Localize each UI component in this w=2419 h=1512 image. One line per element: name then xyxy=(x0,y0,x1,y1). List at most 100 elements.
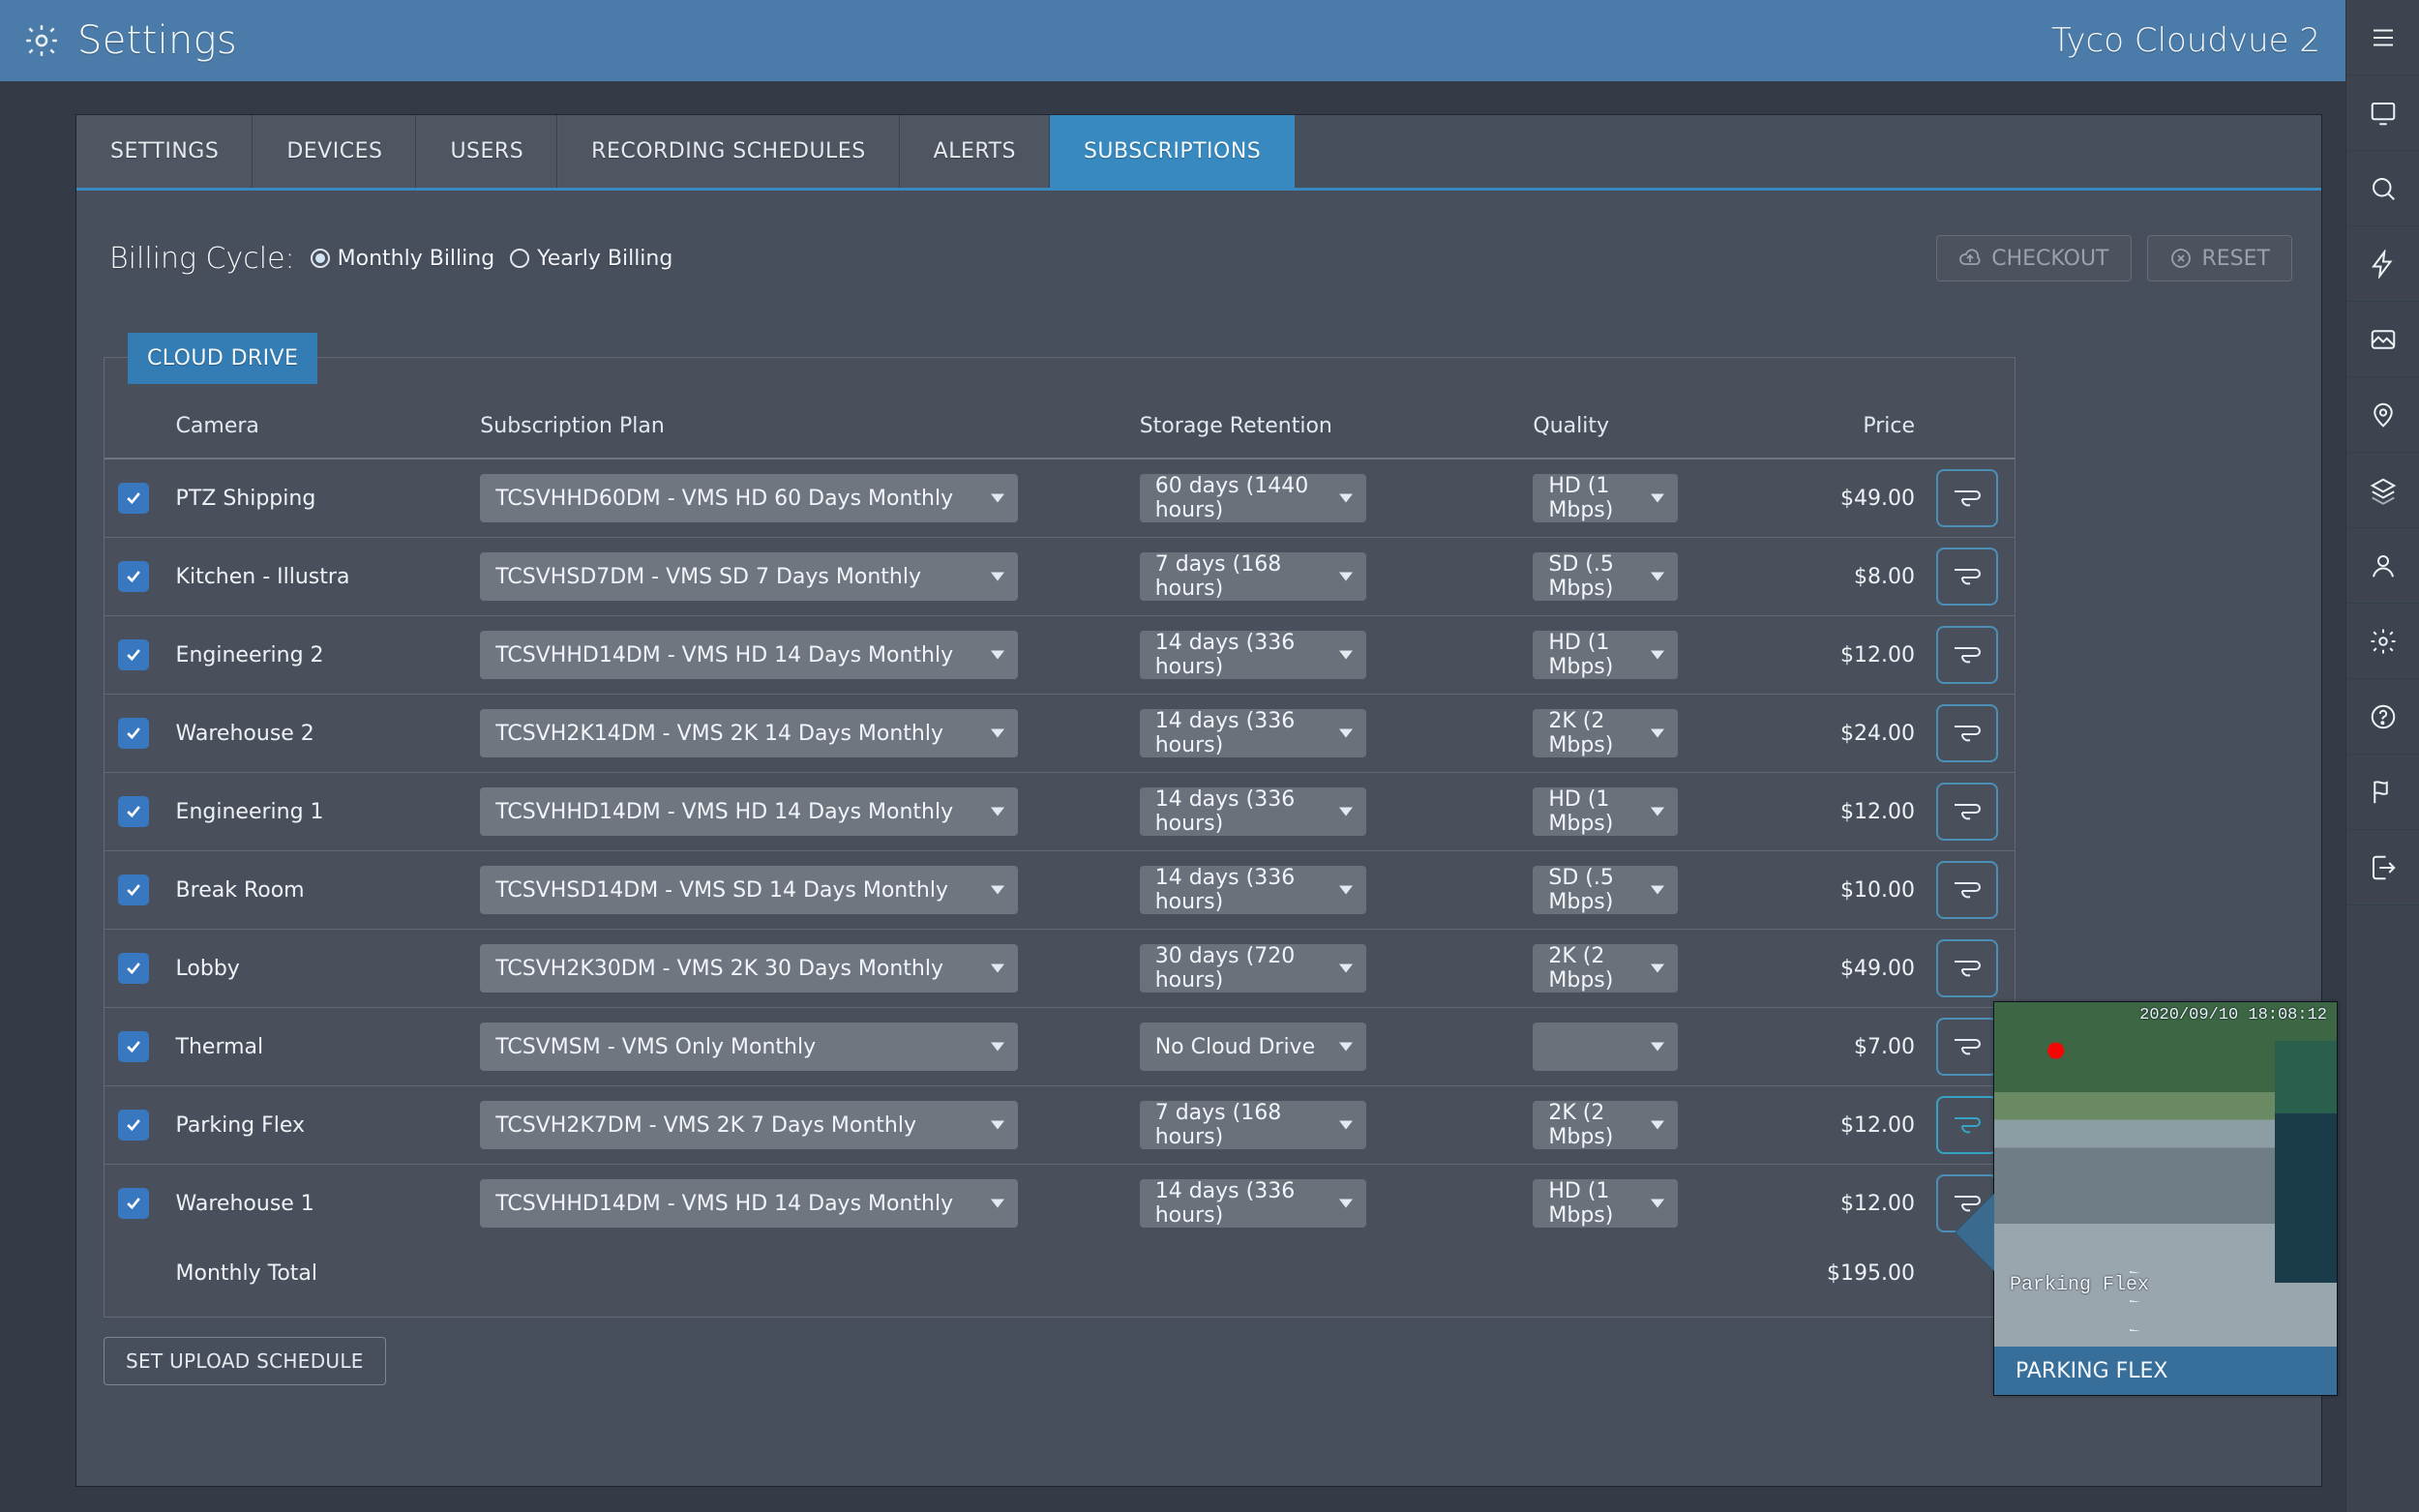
camera-name: Parking Flex xyxy=(176,1113,306,1138)
camera-preview-button[interactable] xyxy=(1936,1096,1998,1154)
price-value: $8.00 xyxy=(1854,565,1915,589)
brand-title: Tyco Cloudvue 2 xyxy=(2051,21,2320,60)
quality-select[interactable]: HD (1 Mbps) xyxy=(1533,631,1678,679)
retention-select[interactable]: 14 days (336 hours) xyxy=(1140,631,1366,679)
quality-select[interactable]: HD (1 Mbps) xyxy=(1533,1179,1678,1228)
checkout-label: CHECKOUT xyxy=(1991,247,2108,271)
row-checkbox[interactable] xyxy=(118,639,149,670)
tab-settings[interactable]: SETTINGS xyxy=(76,115,253,188)
camera-preview-button[interactable] xyxy=(1936,939,1998,997)
col-camera: Camera xyxy=(164,397,473,459)
camera-preview-button[interactable] xyxy=(1936,548,1998,606)
exit-icon[interactable] xyxy=(2346,830,2419,905)
menu-icon[interactable] xyxy=(2346,0,2419,75)
reset-button[interactable]: RESET xyxy=(2147,235,2293,282)
quality-select[interactable] xyxy=(1533,1023,1678,1071)
plan-select[interactable]: TCSVH2K7DM - VMS 2K 7 Days Monthly xyxy=(480,1101,1018,1149)
plan-select[interactable]: TCSVHHD14DM - VMS HD 14 Days Monthly xyxy=(480,787,1018,836)
camera-preview-button[interactable] xyxy=(1936,1018,1998,1076)
quality-select[interactable]: 2K (2 Mbps) xyxy=(1533,944,1678,993)
row-checkbox[interactable] xyxy=(118,561,149,592)
radio-dot-checked-icon xyxy=(311,249,330,268)
table-row: PTZ Shipping TCSVHHD60DM - VMS HD 60 Days… xyxy=(105,459,2015,538)
camera-name: Engineering 2 xyxy=(176,643,324,667)
quality-select[interactable]: HD (1 Mbps) xyxy=(1533,787,1678,836)
gear-icon[interactable] xyxy=(2346,604,2419,679)
quality-select[interactable]: 2K (2 Mbps) xyxy=(1533,1101,1678,1149)
set-upload-schedule-button[interactable]: SET UPLOAD SCHEDULE xyxy=(104,1337,386,1385)
tab-subscriptions[interactable]: SUBSCRIPTIONS xyxy=(1050,115,1295,188)
row-checkbox[interactable] xyxy=(118,1188,149,1219)
retention-select[interactable]: 7 days (168 hours) xyxy=(1140,552,1366,601)
help-icon[interactable] xyxy=(2346,679,2419,755)
camera-preview-button[interactable] xyxy=(1936,469,1998,527)
row-checkbox[interactable] xyxy=(118,483,149,514)
user-icon[interactable] xyxy=(2346,528,2419,604)
plan-select[interactable]: TCSVMSM - VMS Only Monthly xyxy=(480,1023,1018,1071)
reset-label: RESET xyxy=(2202,247,2271,271)
price-value: $12.00 xyxy=(1840,800,1915,824)
retention-select[interactable]: 60 days (1440 hours) xyxy=(1140,474,1366,522)
tab-users[interactable]: USERS xyxy=(416,115,557,188)
row-checkbox[interactable] xyxy=(118,875,149,905)
price-value: $10.00 xyxy=(1840,878,1915,903)
flag-icon[interactable] xyxy=(2346,755,2419,830)
plan-select[interactable]: TCSVHSD14DM - VMS SD 14 Days Monthly xyxy=(480,866,1018,914)
col-price: Price xyxy=(1780,397,1919,459)
radio-monthly-label: Monthly Billing xyxy=(338,247,495,271)
quality-select[interactable]: SD (.5 Mbps) xyxy=(1533,552,1678,601)
retention-select[interactable]: 14 days (336 hours) xyxy=(1140,787,1366,836)
quality-select[interactable]: HD (1 Mbps) xyxy=(1533,474,1678,522)
stack-icon[interactable] xyxy=(2346,453,2419,528)
tab-recording-schedules[interactable]: RECORDING SCHEDULES xyxy=(557,115,900,188)
camera-name: PTZ Shipping xyxy=(176,487,316,511)
retention-select[interactable]: 14 days (336 hours) xyxy=(1140,1179,1366,1228)
plan-select[interactable]: TCSVH2K14DM - VMS 2K 14 Days Monthly xyxy=(480,709,1018,757)
col-quality: Quality xyxy=(1525,397,1780,459)
search-icon[interactable] xyxy=(2346,151,2419,226)
retention-select[interactable]: 14 days (336 hours) xyxy=(1140,866,1366,914)
bolt-icon[interactable] xyxy=(2346,226,2419,302)
pin-icon[interactable] xyxy=(2346,377,2419,453)
quality-select[interactable]: SD (.5 Mbps) xyxy=(1533,866,1678,914)
table-row: Warehouse 1TCSVHHD14DM - VMS HD 14 Days … xyxy=(105,1165,2015,1243)
camera-preview-popup: 2020/09/10 18:08:12 Parking Flex PARKING… xyxy=(1993,1001,2338,1396)
camera-preview-button[interactable] xyxy=(1936,783,1998,841)
plan-select[interactable]: TCSVH2K30DM - VMS 2K 30 Days Monthly xyxy=(480,944,1018,993)
monitor-icon[interactable] xyxy=(2346,75,2419,151)
table-row: Kitchen - Illustra TCSVHSD7DM - VMS SD 7 … xyxy=(105,538,2015,616)
table-row: Break RoomTCSVHSD14DM - VMS SD 14 Days M… xyxy=(105,851,2015,930)
settings-panel: SETTINGS DEVICES USERS RECORDING SCHEDUL… xyxy=(75,114,2322,1487)
tab-alerts[interactable]: ALERTS xyxy=(900,115,1050,188)
image-icon[interactable] xyxy=(2346,302,2419,377)
row-checkbox[interactable] xyxy=(118,718,149,749)
table-row: ThermalTCSVMSM - VMS Only MonthlyNo Clou… xyxy=(105,1008,2015,1086)
plan-select[interactable]: TCSVHHD14DM - VMS HD 14 Days Monthly xyxy=(480,631,1018,679)
cloud-drive-badge: CLOUD DRIVE xyxy=(128,333,317,384)
row-checkbox[interactable] xyxy=(118,953,149,984)
subscriptions-table: Camera Subscription Plan Storage Retenti… xyxy=(105,397,2015,1297)
totals-row: Monthly Total $195.00 xyxy=(105,1242,2015,1297)
plan-select[interactable]: TCSVHHD60DM - VMS HD 60 Days Monthly xyxy=(480,474,1018,522)
camera-preview-button[interactable] xyxy=(1936,704,1998,762)
camera-name: Kitchen - Illustra xyxy=(176,565,350,589)
plan-select[interactable]: TCSVHHD14DM - VMS HD 14 Days Monthly xyxy=(480,1179,1018,1228)
camera-preview-button[interactable] xyxy=(1936,861,1998,919)
tab-devices[interactable]: DEVICES xyxy=(253,115,416,188)
plan-select[interactable]: TCSVHSD7DM - VMS SD 7 Days Monthly xyxy=(480,552,1018,601)
retention-select[interactable]: 30 days (720 hours) xyxy=(1140,944,1366,993)
row-checkbox[interactable] xyxy=(118,1031,149,1062)
checkout-button[interactable]: CHECKOUT xyxy=(1936,235,2131,282)
row-checkbox[interactable] xyxy=(118,796,149,827)
quality-select[interactable]: 2K (2 Mbps) xyxy=(1533,709,1678,757)
retention-select[interactable]: 7 days (168 hours) xyxy=(1140,1101,1366,1149)
price-value: $24.00 xyxy=(1840,722,1915,746)
camera-preview-caption: Parking Flex xyxy=(2010,1274,2149,1296)
retention-select[interactable]: No Cloud Drive xyxy=(1140,1023,1366,1071)
row-checkbox[interactable] xyxy=(118,1110,149,1141)
retention-select[interactable]: 14 days (336 hours) xyxy=(1140,709,1366,757)
radio-monthly[interactable]: Monthly Billing xyxy=(311,247,495,271)
camera-preview-button[interactable] xyxy=(1936,626,1998,684)
radio-yearly[interactable]: Yearly Billing xyxy=(510,247,672,271)
gear-icon xyxy=(23,22,60,59)
